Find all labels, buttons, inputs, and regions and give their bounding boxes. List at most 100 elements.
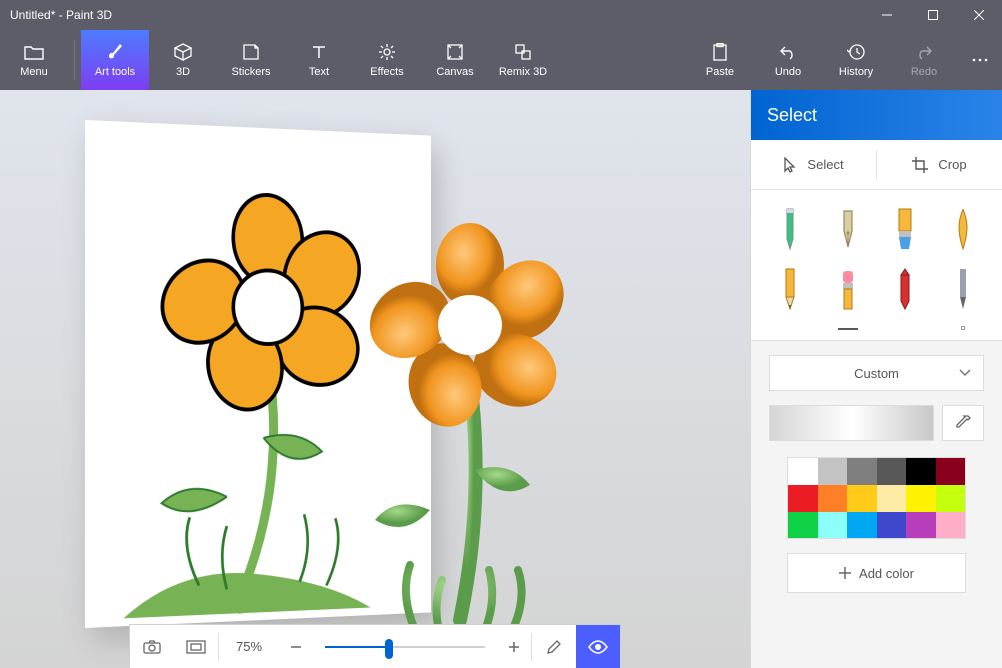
stickers-label: Stickers xyxy=(231,66,270,78)
redo-label: Redo xyxy=(911,66,937,78)
plus-icon xyxy=(839,567,851,579)
minus-icon xyxy=(290,641,302,653)
plus-icon xyxy=(508,641,520,653)
effects-tab[interactable]: Effects xyxy=(353,30,421,90)
canvas-tab[interactable]: Canvas xyxy=(421,30,489,90)
select-crop-bar: Select Crop xyxy=(751,140,1002,190)
undo-label: Undo xyxy=(775,66,801,78)
color-swatch[interactable] xyxy=(877,512,907,539)
effects-label: Effects xyxy=(370,66,403,78)
undo-icon xyxy=(778,42,798,62)
redo-button[interactable]: Redo xyxy=(890,30,958,90)
stickers-tab[interactable]: Stickers xyxy=(217,30,285,90)
color-swatch[interactable] xyxy=(906,485,936,512)
color-swatch[interactable] xyxy=(906,458,936,485)
undo-button[interactable]: Undo xyxy=(754,30,822,90)
color-swatch[interactable] xyxy=(936,485,966,512)
title-bar: Untitled* - Paint 3D xyxy=(0,0,1002,30)
more-button[interactable] xyxy=(958,30,1002,90)
art-tools-label: Art tools xyxy=(95,66,135,78)
select-tool-button[interactable]: Select xyxy=(751,140,876,189)
color-swatch[interactable] xyxy=(788,512,818,539)
menu-label: Menu xyxy=(20,66,48,78)
color-swatch[interactable] xyxy=(818,485,848,512)
color-swatch[interactable] xyxy=(847,458,877,485)
view-mode-button[interactable] xyxy=(576,625,620,668)
clipboard-icon xyxy=(710,42,730,62)
color-swatch[interactable] xyxy=(818,512,848,539)
sticker-icon xyxy=(241,42,261,62)
toolbar-spacer xyxy=(557,30,686,90)
color-swatch[interactable] xyxy=(788,458,818,485)
color-swatch[interactable] xyxy=(936,512,966,539)
crop-tool-button[interactable]: Crop xyxy=(877,140,1002,189)
crop-icon xyxy=(912,157,928,173)
maximize-button[interactable] xyxy=(910,0,956,30)
brush-picker xyxy=(751,190,1002,341)
eyedropper-icon xyxy=(955,415,971,431)
material-section: Custom Add color xyxy=(751,341,1002,593)
remix-3d-tab[interactable]: Remix 3D xyxy=(489,30,557,90)
crop-label: Crop xyxy=(938,157,966,172)
camera-icon xyxy=(143,640,161,654)
main-area: 75% Select Select xyxy=(0,90,1002,668)
history-button[interactable]: History xyxy=(822,30,890,90)
add-color-button[interactable]: Add color xyxy=(787,553,966,593)
material-dropdown-label: Custom xyxy=(854,366,899,381)
color-swatch[interactable] xyxy=(847,512,877,539)
zoom-out-button[interactable] xyxy=(279,625,313,668)
color-swatch[interactable] xyxy=(788,485,818,512)
folder-icon xyxy=(24,42,44,62)
zoom-value[interactable]: 75% xyxy=(219,639,279,654)
color-swatch[interactable] xyxy=(906,512,936,539)
ellipsis-icon xyxy=(970,50,990,70)
menu-button[interactable]: Menu xyxy=(0,30,68,90)
brush-icon xyxy=(105,42,125,62)
brush-paint-brush[interactable] xyxy=(885,204,925,252)
remix-icon xyxy=(513,42,533,62)
text-tab[interactable]: Text xyxy=(285,30,353,90)
canvas-viewport[interactable]: 75% xyxy=(0,90,750,668)
minimize-button[interactable] xyxy=(864,0,910,30)
paste-button[interactable]: Paste xyxy=(686,30,754,90)
current-color-swatch[interactable] xyxy=(769,405,934,441)
zoom-slider[interactable] xyxy=(325,646,485,648)
edit-mode-button[interactable] xyxy=(532,625,576,668)
color-swatch[interactable] xyxy=(936,458,966,485)
view-dock: 75% xyxy=(129,624,621,668)
color-swatch[interactable] xyxy=(818,458,848,485)
chevron-down-icon xyxy=(959,369,971,377)
close-button[interactable] xyxy=(956,0,1002,30)
brush-eraser[interactable] xyxy=(828,264,868,312)
fit-screen-button[interactable] xyxy=(174,625,218,668)
history-label: History xyxy=(839,66,873,78)
side-panel-title: Select xyxy=(751,90,1002,140)
redo-icon xyxy=(914,42,934,62)
brush-pencil[interactable] xyxy=(770,264,810,312)
remix-3d-label: Remix 3D xyxy=(499,66,547,78)
eye-icon xyxy=(588,640,608,654)
brush-oil-brush[interactable] xyxy=(943,204,983,252)
zoom-in-button[interactable] xyxy=(497,625,531,668)
paste-label: Paste xyxy=(706,66,734,78)
eyedropper-button[interactable] xyxy=(942,405,984,441)
color-swatch[interactable] xyxy=(847,485,877,512)
flower-3d-model[interactable] xyxy=(360,200,620,668)
color-swatch[interactable] xyxy=(877,458,907,485)
capture-button[interactable] xyxy=(130,625,174,668)
brush-marker[interactable] xyxy=(770,204,810,252)
brush-calligraphy-pen[interactable] xyxy=(828,204,868,252)
three-d-tab[interactable]: 3D xyxy=(149,30,217,90)
main-toolbar: Menu Art tools 3D Stickers Text Effects xyxy=(0,30,1002,90)
cube-icon xyxy=(173,42,193,62)
canvas-icon xyxy=(445,42,465,62)
color-swatch[interactable] xyxy=(877,485,907,512)
text-icon xyxy=(309,42,329,62)
brush-crayon[interactable] xyxy=(885,264,925,312)
history-icon xyxy=(846,42,866,62)
art-tools-tab[interactable]: Art tools xyxy=(81,30,149,90)
add-color-label: Add color xyxy=(859,566,914,581)
brush-pixel-pen[interactable] xyxy=(943,264,983,312)
window-title: Untitled* - Paint 3D xyxy=(0,8,864,22)
material-dropdown[interactable]: Custom xyxy=(769,355,984,391)
